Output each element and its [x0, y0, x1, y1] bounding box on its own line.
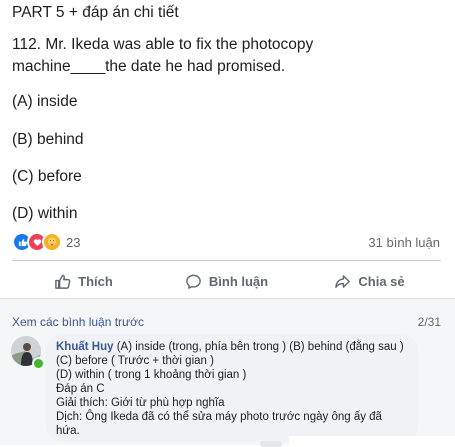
comment-reaction-pill: [260, 441, 282, 447]
share-button-label: Chia sẻ: [358, 273, 405, 289]
option-a: (A) inside: [12, 93, 78, 110]
share-button[interactable]: Chia sẻ: [298, 264, 441, 298]
comment-author[interactable]: Khuất Huy: [56, 341, 114, 353]
question-line-1: 112. Mr. Ikeda was able to fix the photo…: [12, 36, 314, 53]
reaction-icons: [12, 232, 62, 252]
comment-button-label: Bình luận: [208, 273, 269, 289]
share-icon: [335, 274, 351, 288]
comment-bubble: Khuất Huy (A) inside (trong, phía bên tr…: [46, 334, 418, 442]
comment-edge-overlay: [289, 436, 455, 445]
post-card: PART 5 + đáp án chi tiết 112. Mr. Ikeda …: [0, 0, 455, 297]
thumbs-up-icon: [55, 274, 71, 289]
comment-pager: 2/31: [417, 315, 441, 329]
online-status-dot: [32, 357, 45, 370]
comment-text-line: Dịch: Ông Ikeda đã có thể sửa máy photo …: [56, 411, 382, 423]
divider: [12, 260, 441, 261]
comment-text-line: hứa.: [56, 425, 80, 437]
comment-button[interactable]: Bình luận: [155, 264, 298, 298]
comment-text-line: Giải thích: Giới từ phù hợp nghĩa: [56, 397, 225, 409]
post-heading: PART 5 + đáp án chi tiết: [12, 4, 179, 21]
reaction-count: 23: [66, 234, 81, 250]
comment-text-line: (A) inside (trong, phía bên trong ) (B) …: [113, 341, 404, 353]
comment-count-link[interactable]: 31 bình luận: [368, 235, 440, 250]
comment-text-line: Đáp án C: [56, 383, 105, 395]
action-bar: Thích Bình luận Chia sẻ: [12, 264, 441, 298]
comment-icon: [186, 274, 201, 289]
comment-text-line: (C) before ( Trước + thời gian ): [56, 355, 214, 367]
option-b: (B) behind: [12, 131, 84, 148]
like-button-label: Thích: [78, 273, 113, 289]
care-icon: [42, 232, 62, 252]
question-line-2: machine____the date he had promised.: [12, 58, 286, 75]
see-previous-comments-link[interactable]: Xem các bình luận trước: [12, 315, 144, 329]
like-button[interactable]: Thích: [12, 264, 155, 298]
reaction-summary[interactable]: 23: [12, 232, 80, 252]
option-d: (D) within: [12, 205, 78, 222]
option-c: (C) before: [12, 168, 82, 185]
comment-text-line: (D) within ( trong 1 khoảng thời gian ): [56, 369, 247, 381]
comment-first-line: Khuất Huy (A) inside (trong, phía bên tr…: [56, 340, 404, 354]
